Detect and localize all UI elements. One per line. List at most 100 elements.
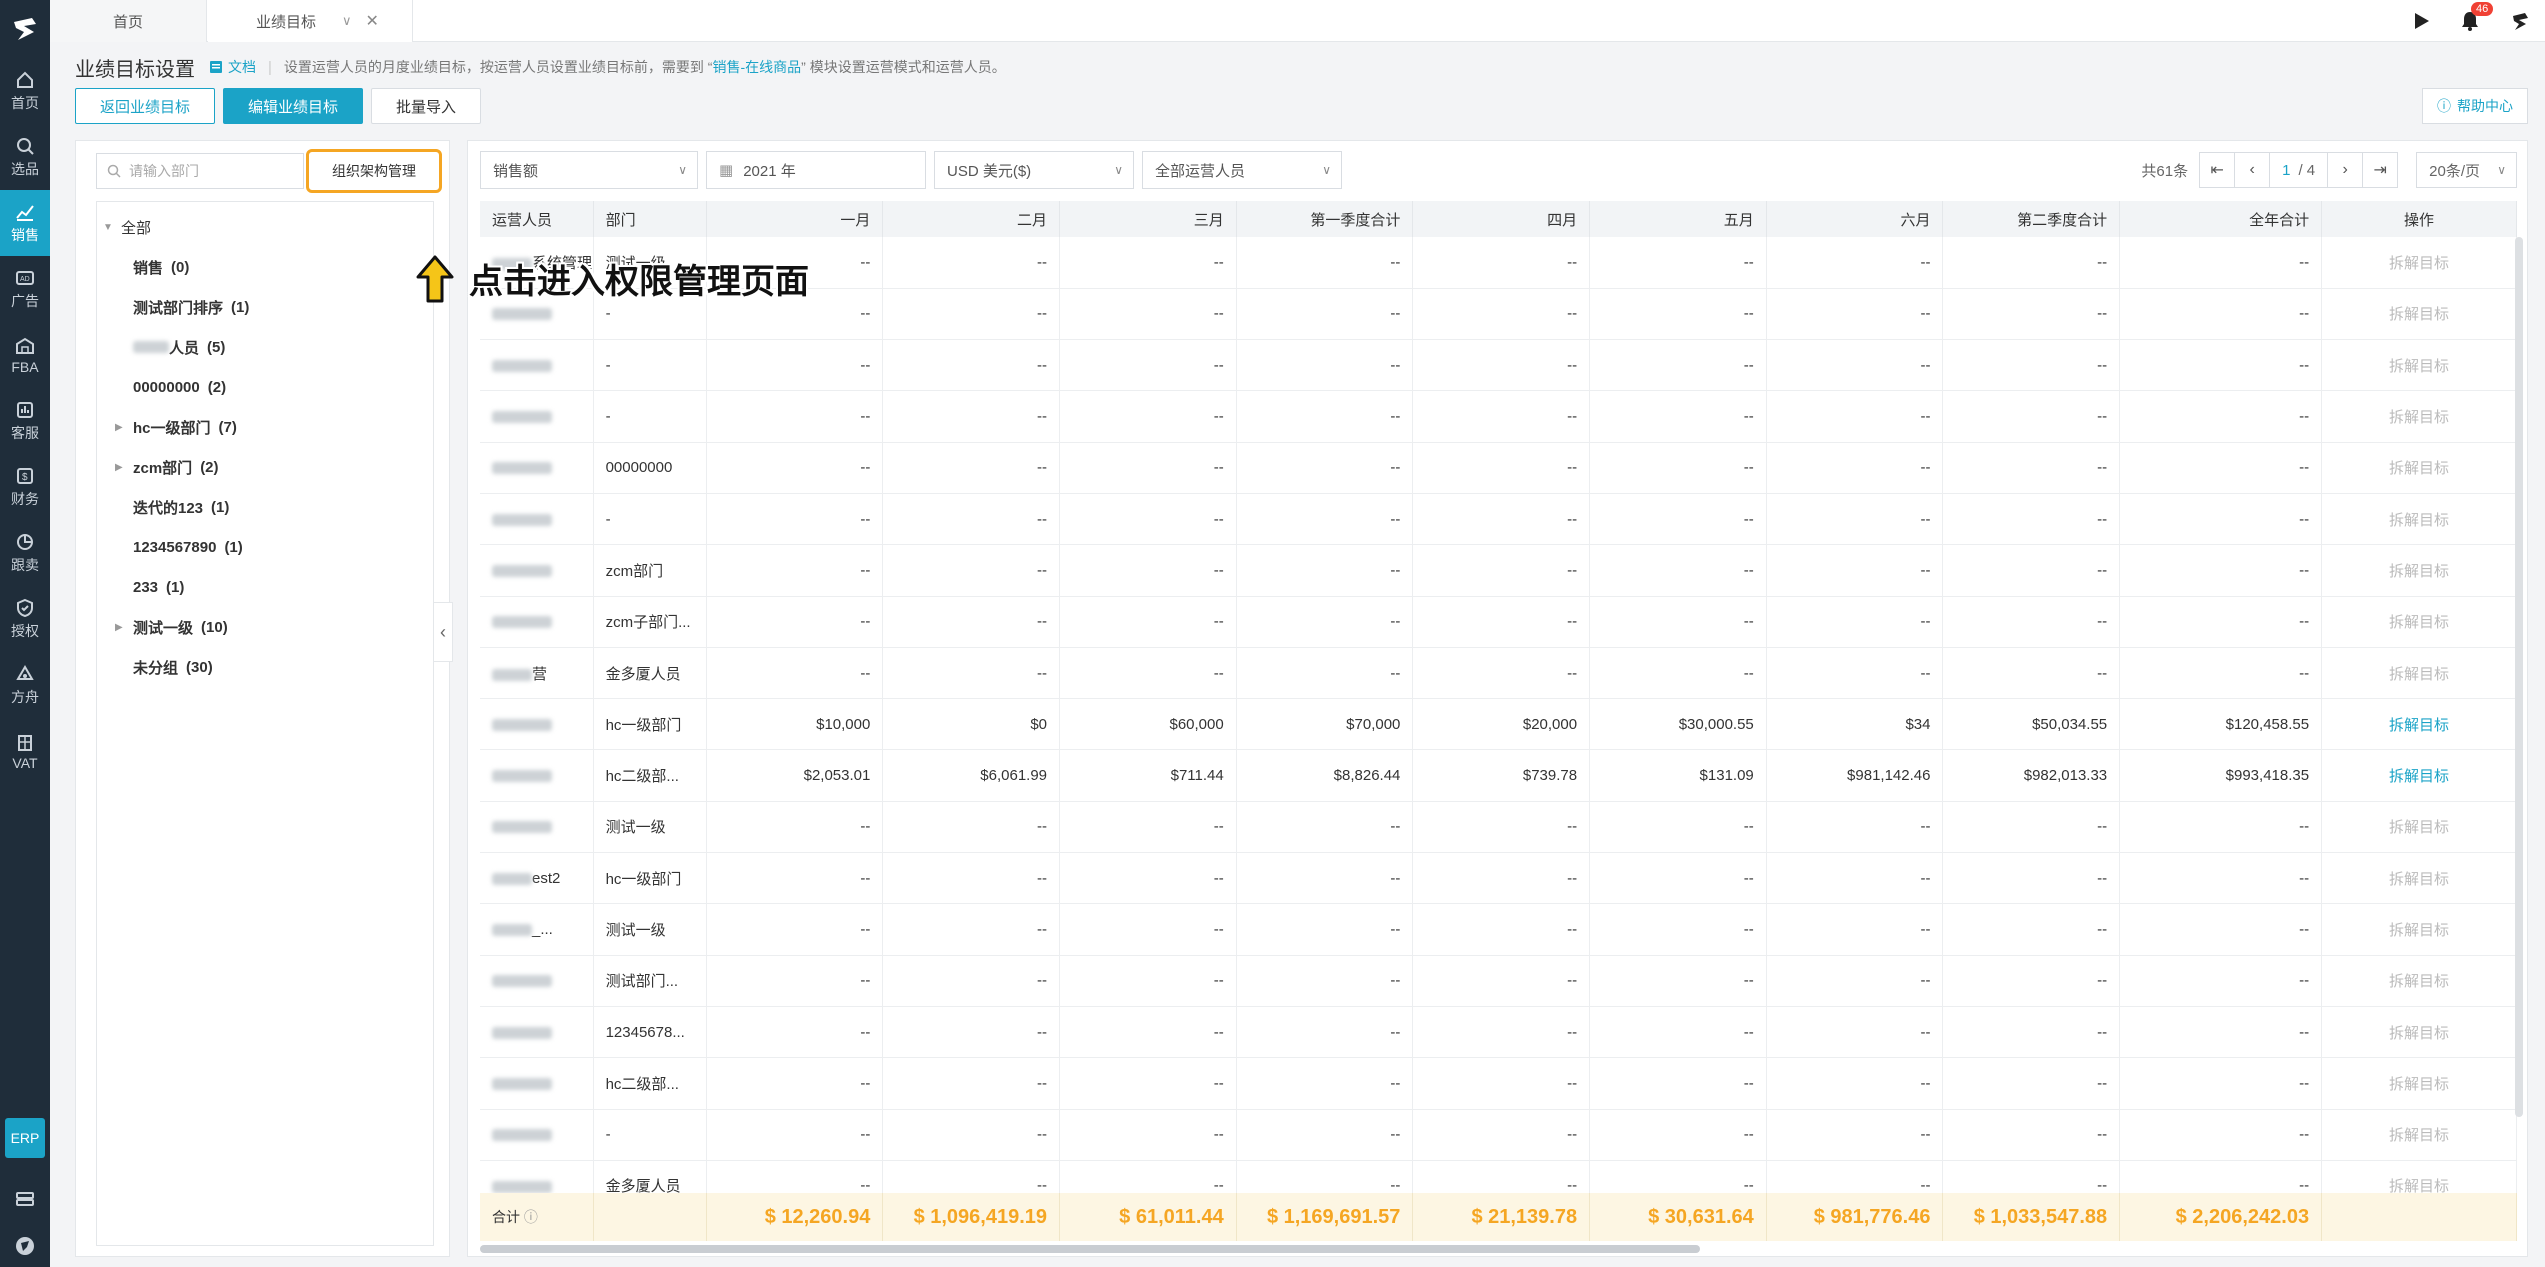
- tree-node[interactable]: 233 (1): [115, 572, 184, 602]
- caret-right-icon[interactable]: ▶: [115, 422, 125, 433]
- help-center-button[interactable]: ⓘ 帮助中心: [2422, 88, 2528, 124]
- tree-node[interactable]: 00000000 (2): [115, 372, 226, 402]
- user-logo-icon[interactable]: [0, 1235, 50, 1257]
- tab-performance-target[interactable]: 业绩目标 ∨ ✕: [208, 0, 413, 42]
- tree-node[interactable]: 测试部门排序 (1): [115, 292, 249, 322]
- org-structure-button[interactable]: 组织架构管理: [306, 149, 442, 193]
- tree-node[interactable]: ▶ hc一级部门 (7): [115, 412, 237, 442]
- table-row: _... 测试一级 -- -- -- -- -- -- -- -- -- 拆解目标: [480, 903, 2517, 956]
- split-target-link[interactable]: 拆解目标: [2321, 339, 2517, 392]
- department-panel: 请输入部门 组织架构管理 ▼ 全部销售 (0) 测试部门排序 (1) 人员 (5) 00000…: [75, 140, 450, 1257]
- top-bar: 首页 业绩目标 ∨ ✕ 46: [50, 0, 2545, 42]
- page-indicator[interactable]: 1/ 4: [2269, 152, 2329, 188]
- tree-node[interactable]: 销售 (0): [115, 252, 189, 282]
- page-size-select[interactable]: 20条/页 ∨: [2416, 152, 2517, 188]
- back-button[interactable]: 返回业绩目标: [75, 88, 216, 124]
- split-target-link[interactable]: 拆解目标: [2321, 955, 2517, 1007]
- metric-select[interactable]: 销售额 ∨: [480, 151, 698, 189]
- vertical-scrollbar[interactable]: [2515, 237, 2523, 1117]
- close-icon[interactable]: ✕: [366, 11, 379, 31]
- nav-item-0[interactable]: 首页: [0, 58, 50, 124]
- value-cell: --: [1412, 903, 1591, 956]
- value-cell: --: [1236, 955, 1414, 1007]
- next-page-button[interactable]: ›: [2327, 152, 2364, 188]
- nav-item-4[interactable]: FBA: [0, 322, 50, 388]
- nav-item-6[interactable]: $ 财务: [0, 454, 50, 520]
- value-cell: --: [706, 955, 884, 1007]
- tab-home[interactable]: 首页: [50, 0, 207, 42]
- value-cell: --: [1412, 852, 1591, 905]
- value-cell: $34: [1766, 698, 1944, 751]
- split-target-link[interactable]: 拆解目标: [2321, 288, 2517, 341]
- edit-target-button[interactable]: 编辑业绩目标: [223, 88, 364, 124]
- storage-icon[interactable]: [0, 1188, 50, 1210]
- value-cell: --: [1589, 237, 1767, 289]
- value-cell: --: [1942, 339, 2121, 392]
- nav-item-2[interactable]: 销售: [0, 190, 50, 256]
- play-icon[interactable]: [2411, 11, 2431, 31]
- last-page-button[interactable]: ⇥: [2362, 152, 2399, 188]
- split-target-link[interactable]: 拆解目标: [2321, 596, 2517, 648]
- nav-item-8[interactable]: 授权: [0, 586, 50, 652]
- online-products-link[interactable]: 销售-在线商品: [712, 59, 801, 75]
- nav-item-3[interactable]: AD 广告: [0, 256, 50, 322]
- erp-badge[interactable]: ERP: [5, 1118, 45, 1158]
- value-cell: $70,000: [1236, 698, 1414, 751]
- pie-icon: [17, 533, 33, 550]
- nav-item-1[interactable]: 选品: [0, 124, 50, 190]
- nav-item-7[interactable]: 跟卖: [0, 520, 50, 586]
- split-target-link[interactable]: 拆解目标: [2321, 237, 2517, 289]
- value-cell: --: [1059, 852, 1237, 905]
- currency-select[interactable]: USD 美元($) ∨: [934, 151, 1134, 189]
- tree-node[interactable]: ▶ 测试一级 (10): [115, 612, 228, 642]
- doc-link[interactable]: 文档: [209, 57, 256, 77]
- tree-node[interactable]: 人员 (5): [115, 332, 225, 362]
- caret-right-icon[interactable]: ▶: [115, 462, 125, 473]
- nav-item-9[interactable]: 方舟: [0, 652, 50, 718]
- value-cell: --: [1059, 339, 1237, 392]
- tree-node[interactable]: ▼ 全部: [103, 212, 159, 242]
- nav-item-5[interactable]: 客服: [0, 388, 50, 454]
- operator-cell: [480, 1109, 594, 1161]
- split-target-link[interactable]: 拆解目标: [2321, 1109, 2517, 1161]
- split-target-link[interactable]: 拆解目标: [2321, 493, 2517, 546]
- horizontal-scrollbar[interactable]: [480, 1245, 1700, 1253]
- app-logo[interactable]: [0, 0, 50, 58]
- tree-node[interactable]: 迭代的123 (1): [115, 492, 229, 522]
- chevron-down-icon[interactable]: ∨: [342, 13, 352, 29]
- split-target-link[interactable]: 拆解目标: [2321, 1057, 2517, 1110]
- split-target-link[interactable]: 拆解目标: [2321, 903, 2517, 956]
- value-cell: --: [1766, 955, 1944, 1007]
- nav-item-10[interactable]: VAT: [0, 718, 50, 784]
- table-row: 00000000 -- -- -- -- -- -- -- -- -- 拆解目标: [480, 442, 2517, 494]
- operator-select[interactable]: 全部运营人员 ∨: [1142, 151, 1342, 189]
- prev-page-button[interactable]: ‹: [2234, 152, 2271, 188]
- split-target-link[interactable]: 拆解目标: [2321, 749, 2517, 802]
- user-avatar[interactable]: [2509, 10, 2531, 32]
- department-search-input[interactable]: 请输入部门: [96, 153, 304, 189]
- table-row: hc二级部... -- -- -- -- -- -- -- -- -- 拆解目标: [480, 1057, 2517, 1110]
- split-target-link[interactable]: 拆解目标: [2321, 544, 2517, 597]
- chevron-down-icon: ∨: [678, 163, 687, 177]
- split-target-link[interactable]: 拆解目标: [2321, 698, 2517, 751]
- batch-import-button[interactable]: 批量导入: [371, 88, 482, 124]
- split-target-link[interactable]: 拆解目标: [2321, 442, 2517, 494]
- caret-right-icon[interactable]: ▶: [115, 622, 125, 633]
- split-target-link[interactable]: 拆解目标: [2321, 801, 2517, 854]
- collapse-panel-button[interactable]: ‹: [433, 602, 453, 662]
- tree-node[interactable]: 未分组 (30): [115, 652, 213, 682]
- caret-down-icon[interactable]: ▼: [103, 222, 113, 233]
- value-cell: --: [1236, 1109, 1414, 1161]
- year-picker[interactable]: ▦ 2021 年: [706, 151, 926, 189]
- first-page-button[interactable]: ⇤: [2199, 152, 2236, 188]
- operator-cell: [480, 339, 594, 392]
- split-target-link[interactable]: 拆解目标: [2321, 852, 2517, 905]
- tree-node[interactable]: ▶ zcm部门 (2): [115, 452, 219, 482]
- divider: |: [268, 58, 272, 76]
- value-cell: --: [882, 955, 1061, 1007]
- split-target-link[interactable]: 拆解目标: [2321, 647, 2517, 700]
- bell-icon[interactable]: 46: [2459, 2, 2494, 32]
- split-target-link[interactable]: 拆解目标: [2321, 1006, 2517, 1059]
- tree-node[interactable]: 1234567890 (1): [115, 532, 243, 562]
- split-target-link[interactable]: 拆解目标: [2321, 390, 2517, 443]
